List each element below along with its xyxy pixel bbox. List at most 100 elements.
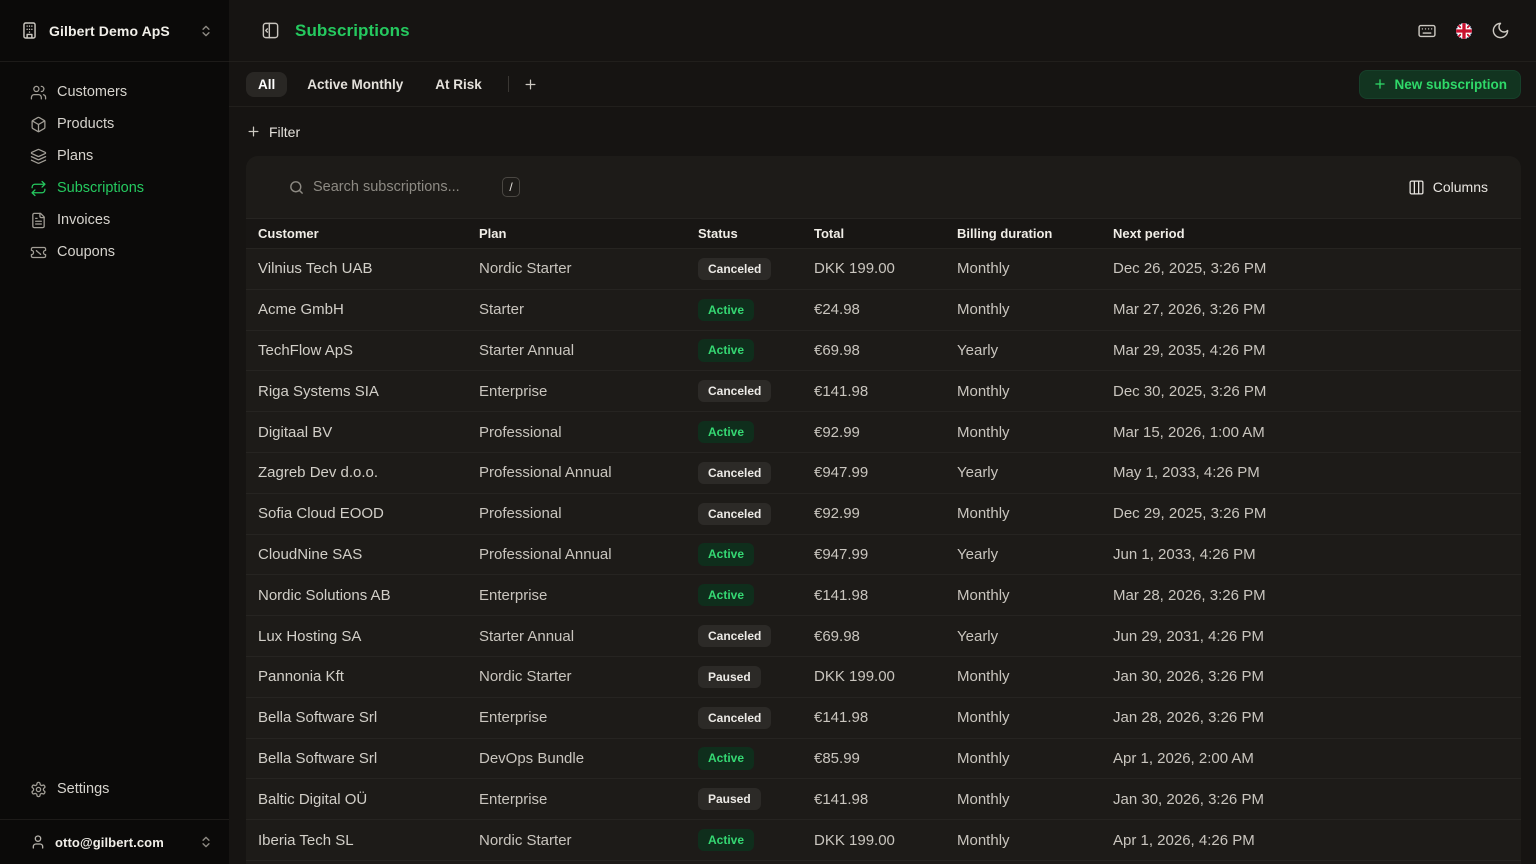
sidebar-item-subscriptions[interactable]: Subscriptions bbox=[12, 172, 217, 204]
status-badge: Active bbox=[698, 339, 754, 361]
table-row[interactable]: Zagreb Dev d.o.o. Professional Annual Ca… bbox=[246, 453, 1521, 494]
tab-all[interactable]: All bbox=[246, 72, 287, 97]
cell-billing-duration: Monthly bbox=[957, 668, 1113, 685]
tab-divider bbox=[508, 76, 509, 92]
cell-total: €24.98 bbox=[814, 301, 957, 318]
sidebar-item-label: Settings bbox=[57, 781, 109, 797]
dark-mode-moon-icon[interactable] bbox=[1491, 21, 1510, 40]
column-header-customer[interactable]: Customer bbox=[258, 226, 479, 241]
cell-customer: Riga Systems SIA bbox=[258, 383, 479, 400]
sidebar-item-invoices[interactable]: Invoices bbox=[12, 204, 217, 236]
column-header-plan[interactable]: Plan bbox=[479, 226, 698, 241]
add-view-button[interactable] bbox=[519, 73, 542, 96]
cell-billing-duration: Yearly bbox=[957, 546, 1113, 563]
language-flag-icon[interactable] bbox=[1454, 21, 1474, 41]
cell-next-period: Dec 26, 2025, 3:26 PM bbox=[1113, 260, 1521, 277]
sidebar-item-plans[interactable]: Plans bbox=[12, 140, 217, 172]
cell-customer: Baltic Digital OÜ bbox=[258, 791, 479, 808]
column-header-status[interactable]: Status bbox=[698, 226, 814, 241]
cell-billing-duration: Monthly bbox=[957, 587, 1113, 604]
sidebar-spacer bbox=[0, 282, 229, 773]
cell-customer: Bella Software Srl bbox=[258, 709, 479, 726]
filter-row: Filter bbox=[229, 107, 1536, 156]
table-row[interactable]: Digitaal BV Professional Active €92.99 M… bbox=[246, 412, 1521, 453]
cell-plan: Nordic Starter bbox=[479, 832, 698, 849]
status-badge: Active bbox=[698, 299, 754, 321]
search-input[interactable] bbox=[305, 173, 961, 201]
status-badge: Canceled bbox=[698, 258, 771, 280]
user-icon bbox=[30, 834, 46, 850]
columns-button[interactable]: Columns bbox=[1408, 179, 1488, 196]
cell-total: DKK 199.00 bbox=[814, 668, 957, 685]
table-row[interactable]: CloudNine SAS Professional Annual Active… bbox=[246, 535, 1521, 576]
table-row[interactable]: Nordic Solutions AB Enterprise Active €1… bbox=[246, 575, 1521, 616]
cell-billing-duration: Monthly bbox=[957, 301, 1113, 318]
topbar: Subscriptions bbox=[229, 0, 1536, 62]
add-filter-button[interactable]: Filter bbox=[246, 124, 300, 140]
sidebar-item-label: Plans bbox=[57, 148, 93, 164]
cell-next-period: Jun 29, 2031, 4:26 PM bbox=[1113, 628, 1521, 645]
cell-billing-duration: Monthly bbox=[957, 709, 1113, 726]
cell-plan: Enterprise bbox=[479, 791, 698, 808]
sidebar-toggle-icon[interactable] bbox=[261, 21, 280, 40]
column-header-total[interactable]: Total bbox=[814, 226, 957, 241]
status-badge: Canceled bbox=[698, 380, 771, 402]
cell-plan: Enterprise bbox=[479, 383, 698, 400]
tab-active-monthly[interactable]: Active Monthly bbox=[295, 72, 415, 97]
org-name: Gilbert Demo ApS bbox=[49, 23, 189, 39]
org-switcher[interactable]: Gilbert Demo ApS bbox=[0, 0, 229, 62]
tabs-row: All Active Monthly At Risk New subscriptio… bbox=[229, 62, 1536, 107]
table-row[interactable]: Sofia Cloud EOOD Professional Canceled €… bbox=[246, 494, 1521, 535]
sidebar-item-settings[interactable]: Settings bbox=[12, 773, 217, 805]
table-row[interactable]: Riga Systems SIA Enterprise Canceled €14… bbox=[246, 371, 1521, 412]
columns-icon bbox=[1408, 179, 1425, 196]
invoice-icon bbox=[30, 212, 47, 229]
table-row[interactable]: Iberia Tech SL Nordic Starter Active DKK… bbox=[246, 820, 1521, 861]
cell-billing-duration: Monthly bbox=[957, 505, 1113, 522]
status-badge: Active bbox=[698, 747, 754, 769]
sidebar-item-customers[interactable]: Customers bbox=[12, 76, 217, 108]
cell-total: DKK 199.00 bbox=[814, 832, 957, 849]
ticket-icon bbox=[30, 244, 47, 261]
plus-icon bbox=[246, 124, 261, 139]
cell-billing-duration: Yearly bbox=[957, 342, 1113, 359]
new-subscription-button[interactable]: New subscription bbox=[1359, 70, 1521, 99]
cell-plan: Nordic Starter bbox=[479, 668, 698, 685]
cell-total: €92.99 bbox=[814, 424, 957, 441]
search-row: / Columns bbox=[246, 156, 1521, 218]
slash-shortcut-key: / bbox=[502, 177, 520, 197]
table-row[interactable]: TechFlow ApS Starter Annual Active €69.9… bbox=[246, 331, 1521, 372]
cell-total: €92.99 bbox=[814, 505, 957, 522]
table-row[interactable]: Bella Software Srl DevOps Bundle Active … bbox=[246, 739, 1521, 780]
cell-customer: Vilnius Tech UAB bbox=[258, 260, 479, 277]
cell-billing-duration: Yearly bbox=[957, 464, 1113, 481]
table-row[interactable]: Baltic Digital OÜ Enterprise Paused €141… bbox=[246, 779, 1521, 820]
cell-plan: Nordic Starter bbox=[479, 260, 698, 277]
cell-plan: Professional bbox=[479, 424, 698, 441]
cell-billing-duration: Monthly bbox=[957, 750, 1113, 767]
table-row[interactable]: Lux Hosting SA Starter Annual Canceled €… bbox=[246, 616, 1521, 657]
column-header-next-period[interactable]: Next period bbox=[1113, 226, 1521, 241]
cell-total: €141.98 bbox=[814, 587, 957, 604]
plus-icon bbox=[1373, 77, 1387, 91]
users-icon bbox=[30, 84, 47, 101]
cell-customer: Pannonia Kft bbox=[258, 668, 479, 685]
table-row[interactable]: Acme GmbH Starter Active €24.98 Monthly … bbox=[246, 290, 1521, 331]
keyboard-shortcuts-icon[interactable] bbox=[1417, 21, 1437, 41]
table-row[interactable]: Pannonia Kft Nordic Starter Paused DKK 1… bbox=[246, 657, 1521, 698]
table-row[interactable]: Vilnius Tech UAB Nordic Starter Canceled… bbox=[246, 249, 1521, 290]
sidebar-item-coupons[interactable]: Coupons bbox=[12, 236, 217, 268]
sidebar-item-products[interactable]: Products bbox=[12, 108, 217, 140]
cell-next-period: Jun 1, 2033, 4:26 PM bbox=[1113, 546, 1521, 563]
table-row[interactable]: Bella Software Srl Enterprise Canceled €… bbox=[246, 698, 1521, 739]
columns-label: Columns bbox=[1433, 179, 1488, 195]
user-menu[interactable]: otto@gilbert.com bbox=[0, 819, 229, 864]
cell-next-period: Jan 30, 2026, 3:26 PM bbox=[1113, 668, 1521, 685]
building-icon bbox=[20, 21, 39, 40]
sidebar-item-label: Invoices bbox=[57, 212, 110, 228]
tab-at-risk[interactable]: At Risk bbox=[423, 72, 494, 97]
status-badge: Paused bbox=[698, 666, 761, 688]
cell-billing-duration: Monthly bbox=[957, 424, 1113, 441]
cell-next-period: Apr 1, 2026, 4:26 PM bbox=[1113, 832, 1521, 849]
column-header-billing-duration[interactable]: Billing duration bbox=[957, 226, 1113, 241]
